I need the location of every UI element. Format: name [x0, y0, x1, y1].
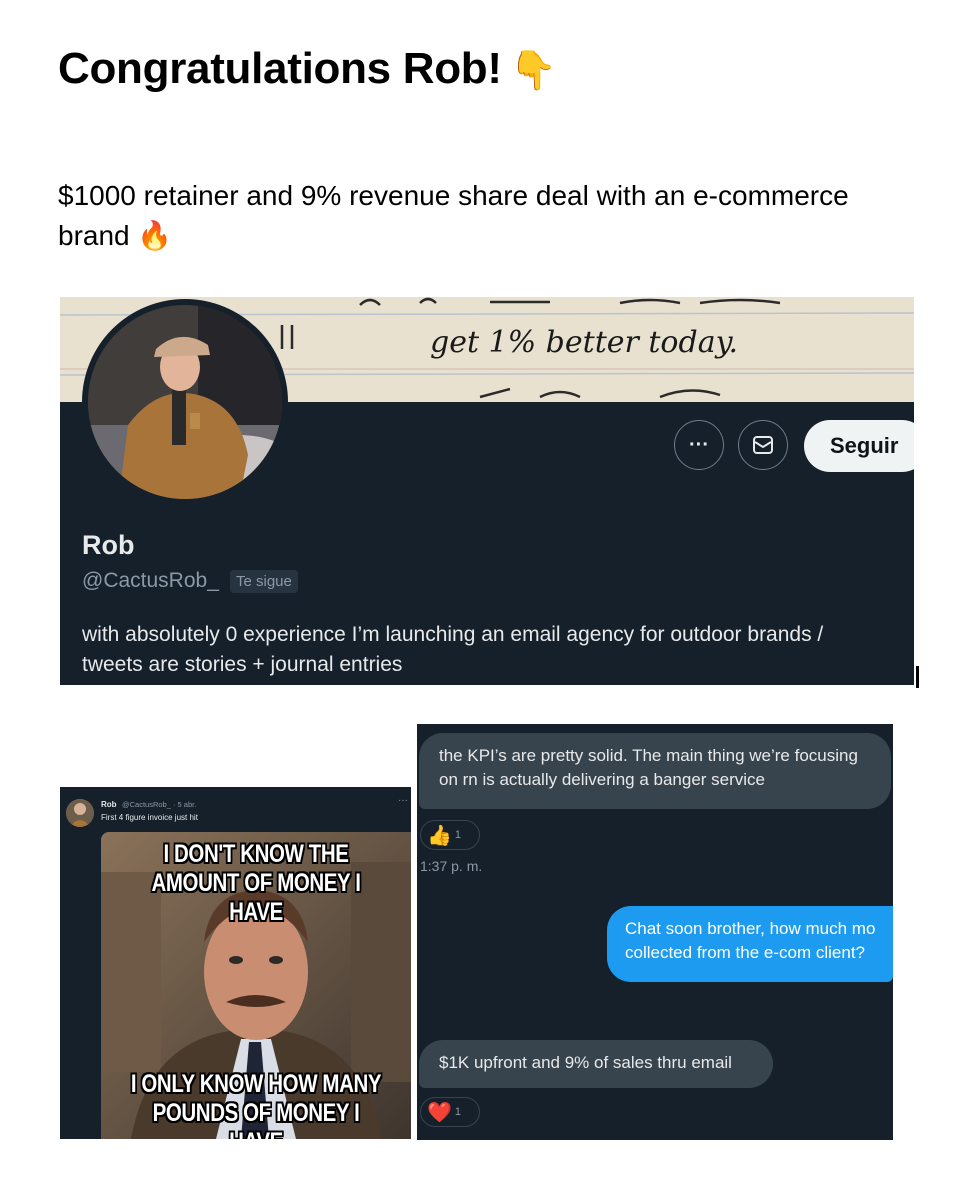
- more-options-button[interactable]: ···: [674, 420, 724, 470]
- profile-name: Rob: [82, 530, 135, 560]
- tweet-text: First 4 figure invoice just hit: [101, 813, 198, 822]
- dm-message-incoming-2[interactable]: $1K upfront and 9% of sales thru email: [419, 1040, 773, 1088]
- tweet-avatar[interactable]: [66, 799, 94, 827]
- follows-you-badge: Te sigue: [230, 570, 298, 593]
- heart-icon: ❤️: [427, 1101, 452, 1124]
- message-button[interactable]: [738, 420, 788, 470]
- meme-top-caption: I DON'T KNOW THE AMOUNT OF MONEY I HAVE: [151, 840, 361, 926]
- message-timestamp: 1:37 p. m.: [420, 858, 483, 874]
- avatar[interactable]: [82, 299, 288, 505]
- thumbs-up-icon: 👍: [427, 824, 452, 847]
- reaction-count: 1: [454, 1106, 462, 1118]
- heart-reaction[interactable]: ❤️ 1: [420, 1097, 480, 1127]
- tweet-card[interactable]: Rob @CactusRob_ · 5 abr. ··· First 4 fig…: [60, 787, 411, 1139]
- tweet-meta: @CactusRob_ · 5 abr.: [122, 800, 197, 809]
- pointing-down-emoji-icon: 👇: [509, 50, 557, 92]
- outgoing-line-1: Chat soon brother, how much mo: [625, 919, 876, 938]
- outgoing-line-2: collected from the e-com client?: [625, 943, 865, 962]
- post-title-text: Congratulations Rob!: [58, 44, 502, 93]
- meme-image[interactable]: I DON'T KNOW THE AMOUNT OF MONEY I HAVE …: [101, 832, 411, 1139]
- envelope-icon: [753, 436, 773, 454]
- avatar-photo: [88, 305, 282, 499]
- thumbs-up-reaction[interactable]: 👍 1: [420, 820, 480, 850]
- reaction-count: 1: [454, 829, 462, 841]
- profile-handle[interactable]: @CactusRob_: [82, 569, 219, 593]
- more-icon: ···: [689, 433, 709, 456]
- tweet-author-name[interactable]: Rob: [101, 800, 117, 809]
- fire-emoji-icon: 🔥: [137, 220, 173, 251]
- follow-button[interactable]: Seguir: [804, 420, 914, 472]
- meme-bottom-caption: I ONLY KNOW HOW MANY POUNDS OF MONEY I H…: [130, 1070, 382, 1139]
- avatar-illustration: [88, 305, 282, 499]
- post-subtitle-text: $1000 retainer and 9% revenue share deal…: [58, 180, 849, 251]
- post-title: Congratulations Rob! 👇: [58, 44, 557, 94]
- post-subtitle: $1000 retainer and 9% revenue share deal…: [58, 176, 928, 256]
- profile-bio: with absolutely 0 experience I’m launchi…: [82, 620, 902, 680]
- dm-message-outgoing[interactable]: Chat soon brother, how much mo collected…: [607, 906, 893, 982]
- dm-conversation: the KPI’s are pretty solid. The main thi…: [417, 724, 893, 1140]
- bio-line-2: tweets are stories + journal entries: [82, 653, 403, 676]
- dm-message-incoming-1[interactable]: the KPI’s are pretty solid. The main thi…: [419, 733, 891, 809]
- bio-line-1: with absolutely 0 experience I’m launchi…: [82, 623, 824, 646]
- profile-card: get 1% better today. ··· Seguir Rob @Cac: [60, 297, 914, 685]
- tweet-more-icon[interactable]: ···: [398, 795, 408, 806]
- banner-handwriting: get 1% better today.: [430, 325, 739, 360]
- text-cursor: [916, 666, 919, 688]
- tweet-avatar-illustration: [66, 799, 94, 827]
